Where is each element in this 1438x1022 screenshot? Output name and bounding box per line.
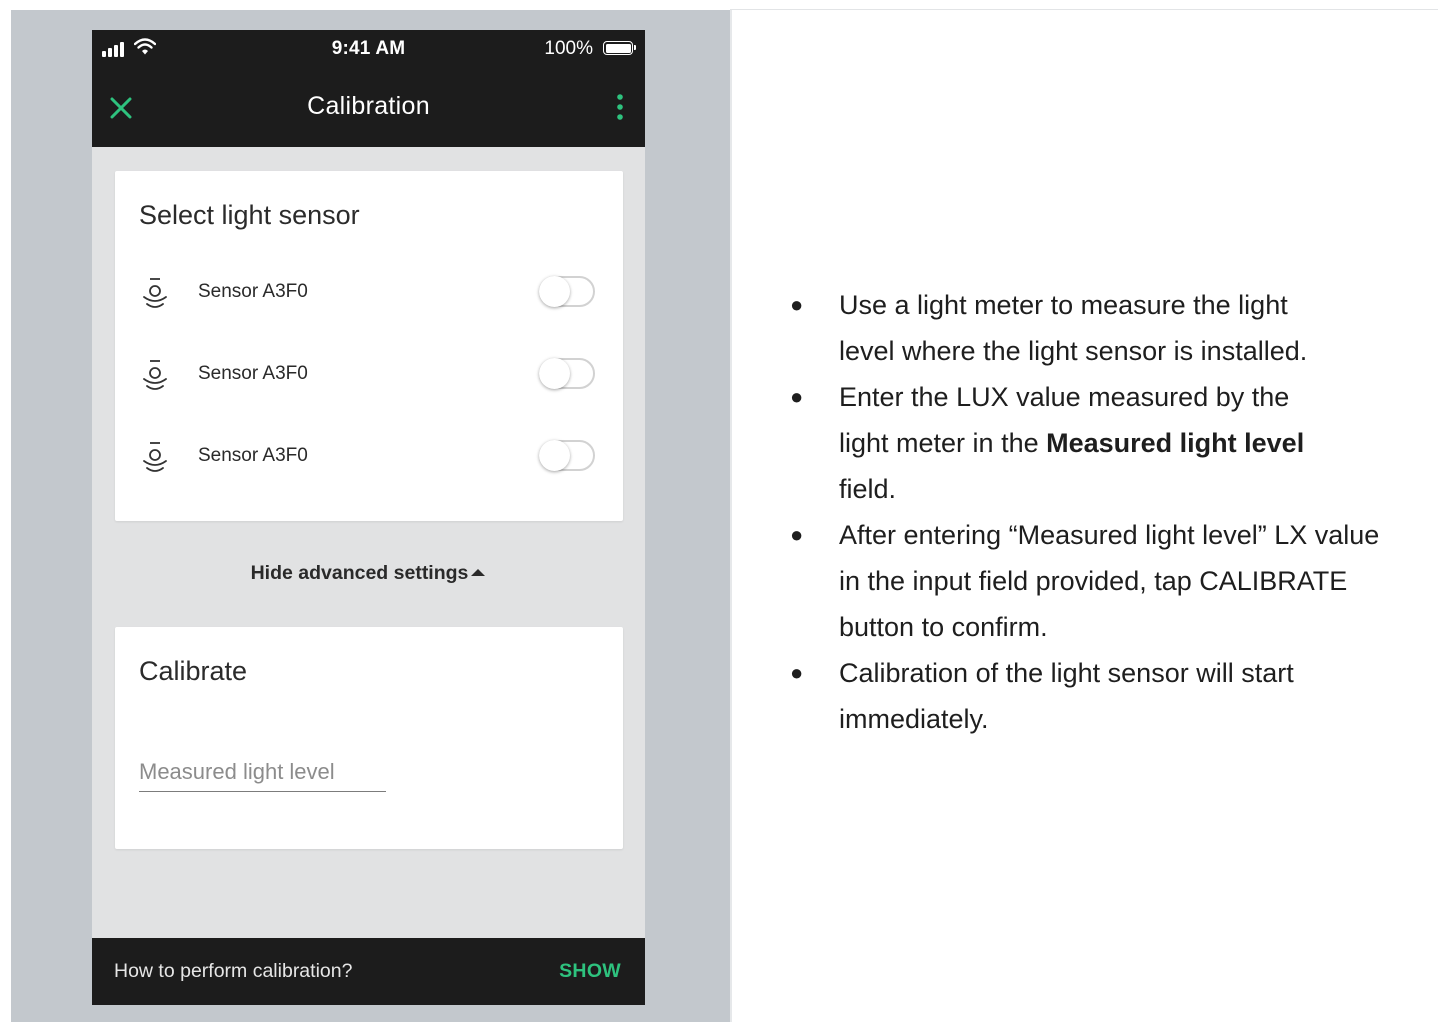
sensor-card: Select light sensor Sensor A3F0 Sensor A… [115, 171, 623, 521]
light-sensor-icon [143, 278, 167, 308]
sensor-row: Sensor A3F0 [115, 351, 623, 401]
measured-light-level-field [139, 753, 386, 792]
sensor-label: Sensor A3F0 [198, 363, 308, 384]
more-vertical-icon[interactable] [613, 92, 627, 122]
instruction-text: button to confirm. [839, 612, 1048, 642]
sensor-row: Sensor A3F0 [115, 433, 623, 483]
bullet: ● [790, 660, 804, 685]
calibration-help-text: How to perform calibration? [114, 960, 353, 982]
light-sensor-icon [143, 360, 167, 390]
phone-screen: 9:41 AM 100% Calibration Select light se… [92, 30, 645, 1005]
toggle-knob [539, 440, 570, 471]
instruction-item: ● After entering “Measured light level” … [790, 512, 1438, 650]
card-title: Select light sensor [139, 200, 360, 230]
caret-up-icon [471, 569, 486, 576]
sensor-row: Sensor A3F0 [115, 269, 623, 319]
instruction-text: in the input field provided, tap CALIBRA… [839, 566, 1348, 596]
instruction-text: light meter in the [839, 428, 1047, 458]
show-button[interactable]: SHOW [559, 960, 621, 983]
instruction-item: ● Use a light meter to measure the light… [790, 282, 1438, 374]
sensor-label: Sensor A3F0 [198, 281, 308, 302]
bullet: ● [790, 384, 804, 409]
instruction-text: field. [839, 474, 897, 504]
page-title: Calibration [307, 92, 430, 120]
sensor-toggle[interactable] [539, 440, 595, 471]
instruction-text: Calibration of the light sensor will sta… [839, 658, 1294, 688]
bullet: ● [790, 292, 804, 317]
instruction-text: Enter the LUX value measured by the [839, 382, 1290, 412]
divider [730, 10, 732, 1022]
instruction-item: ● Enter the LUX value measured by the li… [790, 374, 1438, 512]
instruction-text: level where the light sensor is installe… [839, 336, 1308, 366]
sensor-toggle[interactable] [539, 276, 595, 307]
battery-icon [603, 41, 636, 55]
divider [730, 9, 1438, 10]
card-title: Calibrate [139, 656, 248, 686]
hide-advanced-settings-link[interactable]: Hide advanced settings [92, 562, 645, 585]
instruction-text: Use a light meter to measure the light [839, 290, 1288, 320]
calibrate-card: Calibrate [115, 627, 623, 849]
instruction-text: immediately. [839, 704, 989, 734]
instruction-emphasis: Measured light level [1046, 428, 1305, 458]
instruction-list: ● Use a light meter to measure the light… [790, 282, 1438, 742]
sensor-label: Sensor A3F0 [198, 445, 308, 466]
instruction-item: ● Calibration of the light sensor will s… [790, 650, 1438, 742]
battery-percentage: 100% [544, 38, 593, 59]
measured-light-level-input[interactable] [139, 753, 386, 791]
toggle-knob [539, 358, 570, 389]
bottom-snackbar: How to perform calibration? SHOW [92, 938, 645, 1005]
instruction-text: After entering “Measured light level” LX… [839, 520, 1380, 550]
status-bar: 9:41 AM 100% [92, 30, 645, 68]
advanced-settings-label: Hide advanced settings [250, 562, 469, 584]
light-sensor-icon [143, 442, 167, 472]
bullet: ● [790, 522, 804, 547]
sensor-toggle[interactable] [539, 358, 595, 389]
toggle-knob [539, 276, 570, 307]
app-bar: Calibration [92, 68, 645, 147]
